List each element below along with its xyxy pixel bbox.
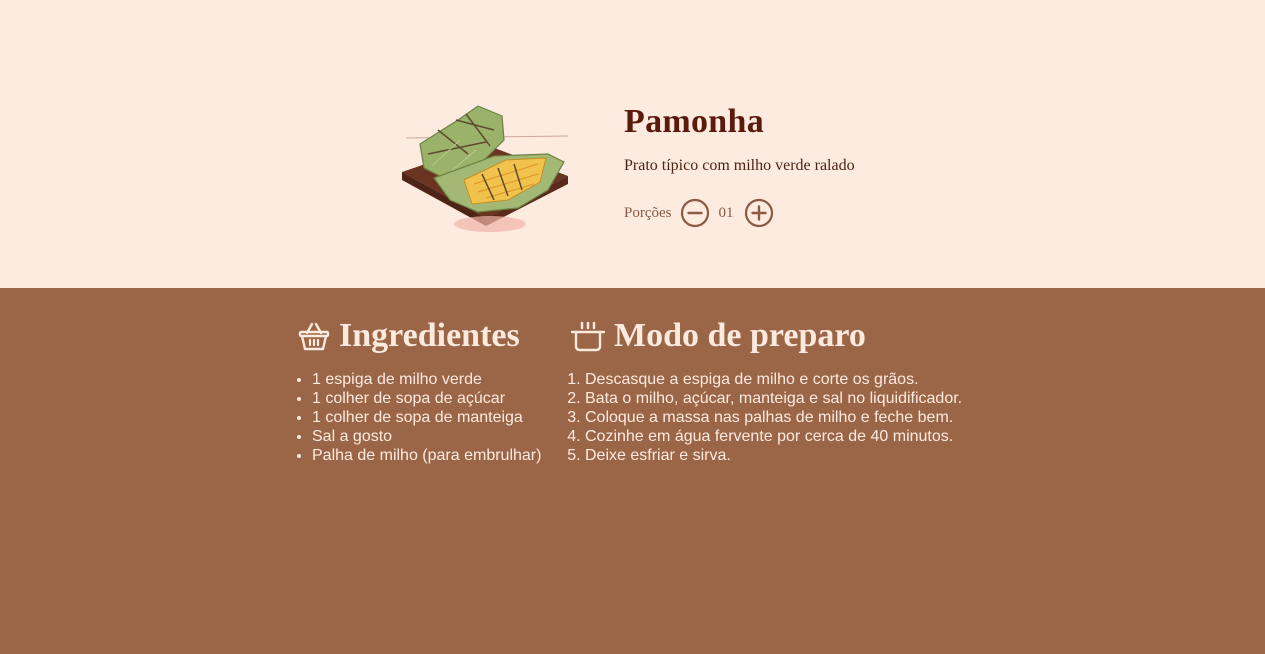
method-section: Modo de preparo Descasque a espiga de mi… [570, 316, 962, 465]
list-item: 1 colher de sopa de açúcar [312, 389, 541, 408]
list-item: Bata o milho, açúcar, manteiga e sal no … [585, 389, 962, 408]
list-item: Cozinhe em água fervente por cerca de 40… [585, 427, 962, 446]
minus-circle-icon [680, 198, 709, 228]
list-item: Deixe esfriar e sirva. [585, 446, 962, 465]
list-item: 1 espiga de milho verde [312, 370, 541, 389]
cooking-pot-icon [570, 321, 606, 352]
recipe-title: Pamonha [624, 103, 765, 140]
pamonha-illustration [402, 105, 569, 232]
recipe-hero: Pamonha Prato típico com milho verde ral… [0, 0, 1265, 288]
list-item: 1 colher de sopa de manteiga [312, 408, 541, 427]
plus-circle-icon [744, 198, 773, 228]
ingredients-list: 1 espiga de milho verde 1 colher de sopa… [297, 370, 541, 465]
list-item: Sal a gosto [312, 427, 541, 446]
servings-count: 01 [718, 204, 734, 221]
ingredients-title: Ingredientes [339, 317, 520, 354]
ingredients-header: Ingredientes [297, 316, 541, 356]
list-item: Coloque a massa nas palhas de milho e fe… [585, 408, 962, 427]
increment-servings-button[interactable] [744, 198, 774, 228]
servings-label: Porções [624, 204, 672, 221]
decrement-servings-button[interactable] [680, 198, 710, 228]
ingredients-section: Ingredientes 1 espiga de milho verde 1 c… [297, 316, 541, 465]
method-header: Modo de preparo [570, 316, 962, 356]
method-title: Modo de preparo [614, 317, 866, 354]
list-item: Descasque a espiga de milho e corte os g… [585, 370, 962, 389]
method-steps-list: Descasque a espiga de milho e corte os g… [570, 370, 962, 465]
list-item: Palha de milho (para embrulhar) [312, 446, 541, 465]
recipe-info: Pamonha Prato típico com milho verde ral… [624, 102, 855, 228]
basket-icon [298, 322, 330, 351]
recipe-description: Prato típico com milho verde ralado [624, 157, 855, 174]
servings-stepper: Porções 01 [624, 198, 855, 228]
